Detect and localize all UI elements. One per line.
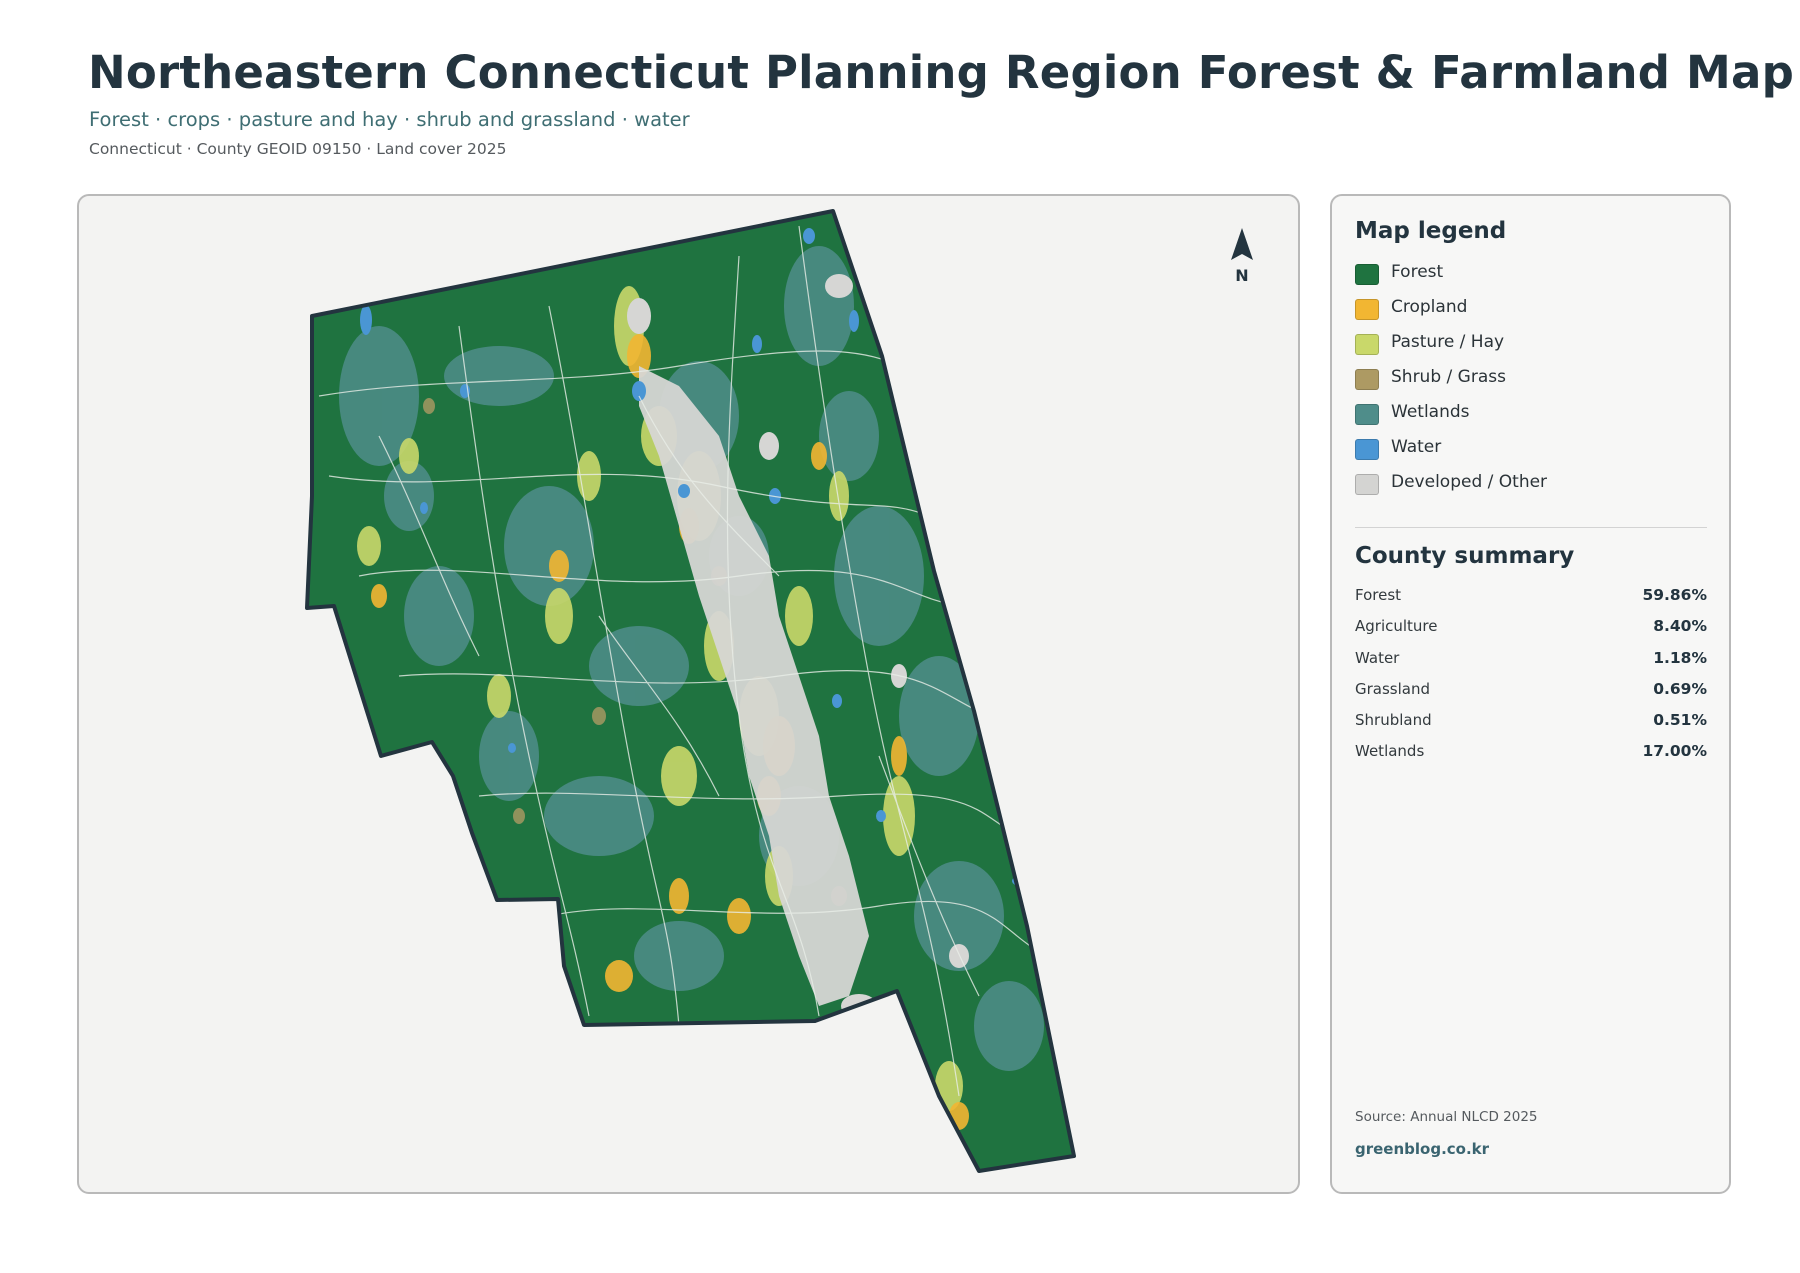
- summary-row-grassland: Grassland 0.69%: [1355, 680, 1707, 711]
- summary-row-shrubland: Shrubland 0.51%: [1355, 711, 1707, 742]
- summary-list: Forest 59.86% Agriculture 8.40% Water 1.…: [1355, 586, 1707, 774]
- legend-item-forest: Forest: [1355, 262, 1547, 297]
- summary-label: Forest: [1355, 586, 1402, 604]
- summary-label: Wetlands: [1355, 742, 1425, 761]
- legend-label: Cropland: [1391, 297, 1468, 317]
- summary-label: Shrubland: [1355, 711, 1432, 730]
- legend-heading: Map legend: [1355, 218, 1507, 244]
- legend-list: Forest Cropland Pasture / Hay Shrub / Gr…: [1355, 262, 1547, 507]
- legend-item-cropland: Cropland: [1355, 297, 1547, 332]
- summary-value: 59.86%: [1642, 586, 1707, 604]
- page-meta: Connecticut · County GEOID 09150 · Land …: [89, 140, 507, 158]
- legend-item-pasture: Pasture / Hay: [1355, 332, 1547, 367]
- legend-label: Wetlands: [1391, 402, 1470, 422]
- legend-label: Water: [1391, 437, 1442, 457]
- north-label: N: [1235, 266, 1249, 285]
- legend-panel: Map legend Forest Cropland Pasture / Hay…: [1330, 194, 1731, 1194]
- legend-label: Forest: [1391, 262, 1444, 282]
- legend-item-wetlands: Wetlands: [1355, 402, 1547, 437]
- page-title: Northeastern Connecticut Planning Region…: [88, 46, 1794, 99]
- summary-label: Agriculture: [1355, 617, 1438, 636]
- summary-value: 17.00%: [1642, 742, 1707, 761]
- map-panel[interactable]: N: [77, 194, 1300, 1194]
- summary-value: 8.40%: [1653, 617, 1707, 636]
- legend-swatch: [1355, 299, 1379, 320]
- county-map[interactable]: [79, 196, 1300, 1194]
- summary-value: 0.69%: [1653, 679, 1707, 698]
- legend-divider: [1355, 527, 1707, 528]
- page-subtitle: Forest · crops · pasture and hay · shrub…: [89, 108, 690, 131]
- legend-swatch: [1355, 334, 1379, 355]
- summary-row-forest: Forest 59.86%: [1355, 586, 1707, 617]
- summary-heading: County summary: [1355, 543, 1575, 569]
- site-link[interactable]: greenblog.co.kr: [1355, 1140, 1489, 1158]
- legend-label: Developed / Other: [1391, 472, 1548, 492]
- legend-item-shrub: Shrub / Grass: [1355, 367, 1547, 402]
- summary-row-wetlands: Wetlands 17.00%: [1355, 742, 1707, 773]
- legend-swatch: [1355, 404, 1379, 425]
- summary-label: Grassland: [1355, 679, 1430, 698]
- summary-row-water: Water 1.18%: [1355, 649, 1707, 680]
- legend-label: Pasture / Hay: [1391, 332, 1505, 352]
- legend-swatch: [1355, 369, 1379, 390]
- summary-value: 0.51%: [1653, 711, 1707, 730]
- legend-swatch: [1355, 264, 1379, 285]
- summary-label: Water: [1355, 648, 1400, 667]
- legend-swatch: [1355, 474, 1379, 495]
- legend-label: Shrub / Grass: [1391, 367, 1506, 387]
- legend-swatch: [1355, 439, 1379, 460]
- legend-item-water: Water: [1355, 437, 1547, 472]
- summary-value: 1.18%: [1653, 648, 1707, 667]
- source-credit: Source: Annual NLCD 2025: [1355, 1109, 1538, 1125]
- legend-item-developed: Developed / Other: [1355, 472, 1547, 507]
- summary-row-agriculture: Agriculture 8.40%: [1355, 617, 1707, 648]
